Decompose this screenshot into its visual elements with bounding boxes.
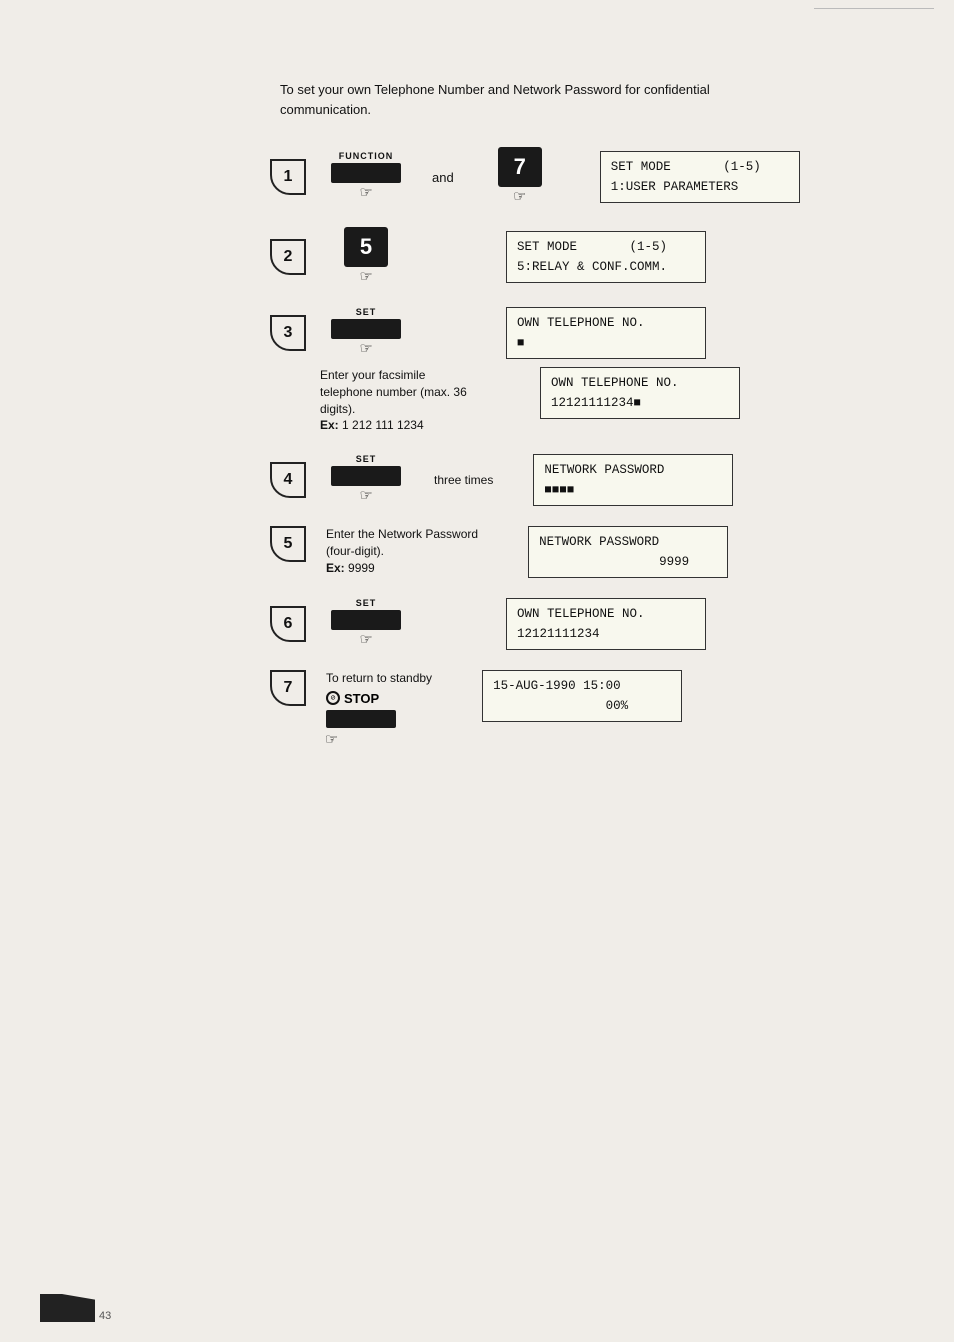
step-5-center: Enter the Network Password(four-digit). … bbox=[326, 526, 478, 576]
lcd-4: NETWORK PASSWORD ■■■■ bbox=[533, 454, 733, 506]
step-2-badge: 2 bbox=[270, 239, 306, 275]
step-6-badge: 6 bbox=[270, 606, 306, 642]
footer-mark bbox=[40, 1294, 95, 1322]
three-times-text: three times bbox=[434, 472, 493, 489]
set-label-6: SET bbox=[356, 598, 377, 608]
step-5-description: Enter the Network Password(four-digit). … bbox=[326, 526, 478, 576]
step-5-group: 5 Enter the Network Password(four-digit)… bbox=[270, 526, 894, 578]
step-3-group: 3 SET ☞ OWN TELEPHONE NO. ■ Enter your f… bbox=[270, 307, 894, 434]
step-5-badge: 5 bbox=[270, 526, 306, 562]
lcd-7: 15-AUG-1990 15:00 00% bbox=[482, 670, 682, 722]
step-1-badge: 1 bbox=[270, 159, 306, 195]
lcd-2: SET MODE (1-5) 5:RELAY & CONF.COMM. bbox=[506, 231, 706, 283]
key-5-button[interactable]: 5 bbox=[344, 227, 388, 267]
step-3-center: SET ☞ bbox=[316, 307, 416, 359]
step-3-badge: 3 bbox=[270, 315, 306, 351]
lcd-3b: OWN TELEPHONE NO. 12121111234■ bbox=[540, 367, 740, 419]
step-7-group: 7 To return to standby ⊘ STOP ☞ 15-AUG-1… bbox=[270, 670, 894, 750]
set-button-6[interactable] bbox=[331, 610, 401, 630]
step-6-center: SET ☞ bbox=[316, 598, 416, 650]
hand-icon-1b: ☞ bbox=[514, 189, 525, 207]
footer-page-number: 43 bbox=[99, 1310, 111, 1322]
and-text: and bbox=[432, 170, 454, 185]
step-2-center: 5 ☞ bbox=[316, 227, 416, 287]
set-label-3: SET bbox=[356, 307, 377, 317]
lcd-5: NETWORK PASSWORD 9999 bbox=[528, 526, 728, 578]
page: To set your own Telephone Number and Net… bbox=[0, 0, 954, 1342]
function-label: FUNCTION bbox=[339, 151, 394, 161]
hand-icon-1: ☞ bbox=[361, 185, 372, 203]
step-2-row: 2 5 ☞ SET MODE (1-5) 5:RELAY & CONF.COMM… bbox=[270, 227, 894, 287]
set-button-3[interactable] bbox=[331, 319, 401, 339]
step-4-badge: 4 bbox=[270, 462, 306, 498]
set-label-4: SET bbox=[356, 454, 377, 464]
hand-icon-3: ☞ bbox=[361, 341, 372, 359]
step-7-badge: 7 bbox=[270, 670, 306, 706]
hand-icon-2: ☞ bbox=[361, 269, 372, 287]
stop-circle-icon: ⊘ bbox=[326, 691, 340, 705]
step-1-center: FUNCTION ☞ bbox=[316, 151, 416, 203]
intro-text: To set your own Telephone Number and Net… bbox=[280, 80, 800, 119]
set-button-4[interactable] bbox=[331, 466, 401, 486]
footer: 43 bbox=[40, 1294, 111, 1322]
hand-icon-6: ☞ bbox=[361, 632, 372, 650]
stop-row: ⊘ STOP bbox=[326, 691, 432, 706]
step-3-description: Enter your facsimile telephone number (m… bbox=[320, 367, 480, 434]
function-button[interactable] bbox=[331, 163, 401, 183]
decorative-lines bbox=[814, 8, 934, 18]
lcd-6: OWN TELEPHONE NO. 12121111234 bbox=[506, 598, 706, 650]
step-1-seven: 7 ☞ bbox=[470, 147, 570, 207]
stop-button[interactable] bbox=[326, 710, 396, 728]
hand-icon-4: ☞ bbox=[361, 488, 372, 506]
step-1-row: 1 FUNCTION ☞ and 7 ☞ SET MODE (1-5) 1:US… bbox=[270, 147, 894, 207]
return-to-standby-text: To return to standby bbox=[326, 670, 432, 687]
step-4-center: SET ☞ bbox=[316, 454, 416, 506]
step-7-center: To return to standby ⊘ STOP ☞ bbox=[326, 670, 432, 750]
hand-icon-7: ☞ bbox=[326, 732, 432, 750]
step-6-row: 6 SET ☞ OWN TELEPHONE NO. 12121111234 bbox=[270, 598, 894, 650]
stop-label: STOP bbox=[344, 691, 379, 706]
key-7-button[interactable]: 7 bbox=[498, 147, 542, 187]
lcd-1: SET MODE (1-5) 1:USER PARAMETERS bbox=[600, 151, 800, 203]
step-4-row: 4 SET ☞ three times NETWORK PASSWORD ■■■… bbox=[270, 454, 894, 506]
lcd-3a: OWN TELEPHONE NO. ■ bbox=[506, 307, 706, 359]
step-3-desc-row: Enter your facsimile telephone number (m… bbox=[320, 367, 894, 434]
steps-container: 1 FUNCTION ☞ and 7 ☞ SET MODE (1-5) 1:US… bbox=[270, 147, 894, 750]
step-3-row: 3 SET ☞ OWN TELEPHONE NO. ■ bbox=[270, 307, 894, 359]
